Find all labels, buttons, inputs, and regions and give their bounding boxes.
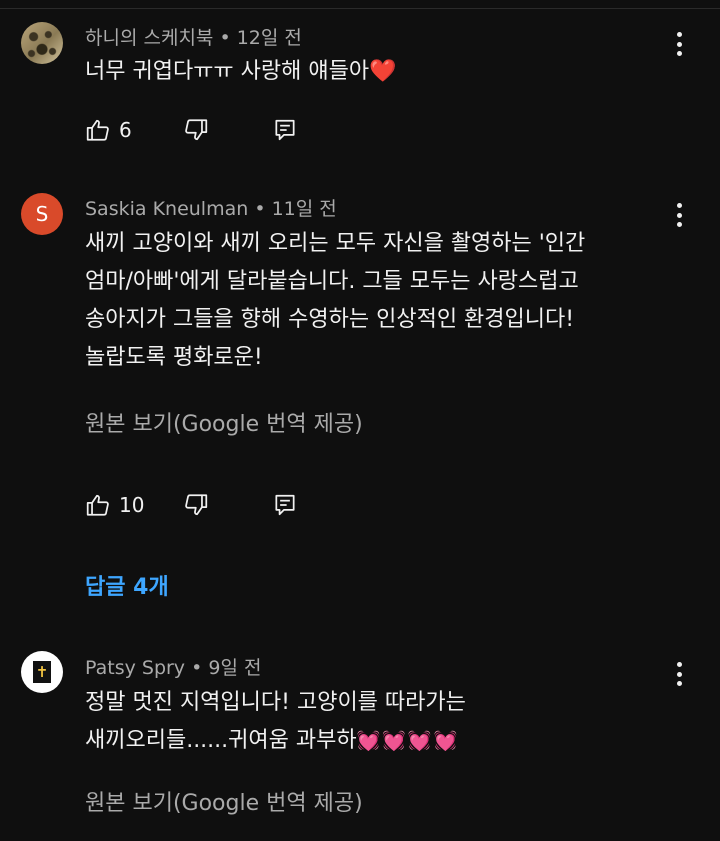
comment-text: 새끼 고양이와 새끼 오리는 모두 자신을 촬영하는 '인간 엄마/아빠'에게 … bbox=[85, 231, 586, 370]
thumbs-up-icon bbox=[86, 119, 109, 141]
comment-actions: 6 bbox=[85, 116, 325, 144]
thumbs-up-icon bbox=[86, 494, 109, 516]
top-divider bbox=[0, 0, 720, 9]
cross-icon: ✝ bbox=[33, 661, 51, 683]
reply-button[interactable] bbox=[272, 491, 298, 519]
like-button[interactable]: 6 bbox=[85, 116, 132, 144]
avatar[interactable] bbox=[21, 22, 63, 64]
timestamp[interactable]: 9일 전 bbox=[208, 657, 261, 679]
comment-meta: Saskia Kneulman • 11일 전 bbox=[85, 198, 337, 220]
more-vert-icon[interactable] bbox=[669, 30, 689, 58]
comment-meta: 하니의 스케치북 • 12일 전 bbox=[85, 27, 302, 49]
author-name[interactable]: Patsy Spry bbox=[85, 657, 185, 679]
avatar[interactable]: S bbox=[21, 193, 63, 235]
reply-button[interactable] bbox=[272, 116, 298, 144]
comment-actions: 10 bbox=[85, 491, 325, 519]
comment-text: 너무 귀엽다ㅠㅠ 사랑해 얘들아❤️ bbox=[85, 59, 397, 84]
reply-icon bbox=[275, 494, 295, 516]
show-original-link[interactable]: 원본 보기(Google 번역 제공) bbox=[85, 785, 363, 817]
thumbs-down-icon bbox=[185, 494, 208, 516]
reply-icon bbox=[275, 119, 295, 141]
dislike-button[interactable] bbox=[183, 116, 209, 144]
like-button[interactable]: 10 bbox=[85, 491, 144, 519]
more-vert-icon[interactable] bbox=[669, 660, 689, 688]
like-count: 10 bbox=[119, 493, 145, 517]
author-name[interactable]: Saskia Kneulman bbox=[85, 198, 248, 220]
timestamp[interactable]: 12일 전 bbox=[237, 27, 302, 49]
timestamp[interactable]: 11일 전 bbox=[272, 198, 337, 220]
comment-meta: Patsy Spry • 9일 전 bbox=[85, 657, 262, 679]
view-replies-button[interactable]: 답글 4개 bbox=[85, 569, 169, 601]
heart-emoji: ❤️ bbox=[369, 59, 397, 84]
author-name[interactable]: 하니의 스케치북 bbox=[85, 27, 213, 49]
dislike-button[interactable] bbox=[183, 491, 209, 519]
like-count: 6 bbox=[119, 118, 132, 142]
comment-text: 정말 멋진 지역입니다! 고양이를 따라가는 새끼오리들......귀여움 과부… bbox=[85, 690, 466, 753]
heart-emoji: 💓💓💓💓 bbox=[356, 730, 460, 752]
avatar[interactable]: ✝ bbox=[21, 651, 63, 693]
thumbs-down-icon bbox=[185, 119, 208, 141]
show-original-link[interactable]: 원본 보기(Google 번역 제공) bbox=[85, 406, 363, 438]
more-vert-icon[interactable] bbox=[669, 201, 689, 229]
